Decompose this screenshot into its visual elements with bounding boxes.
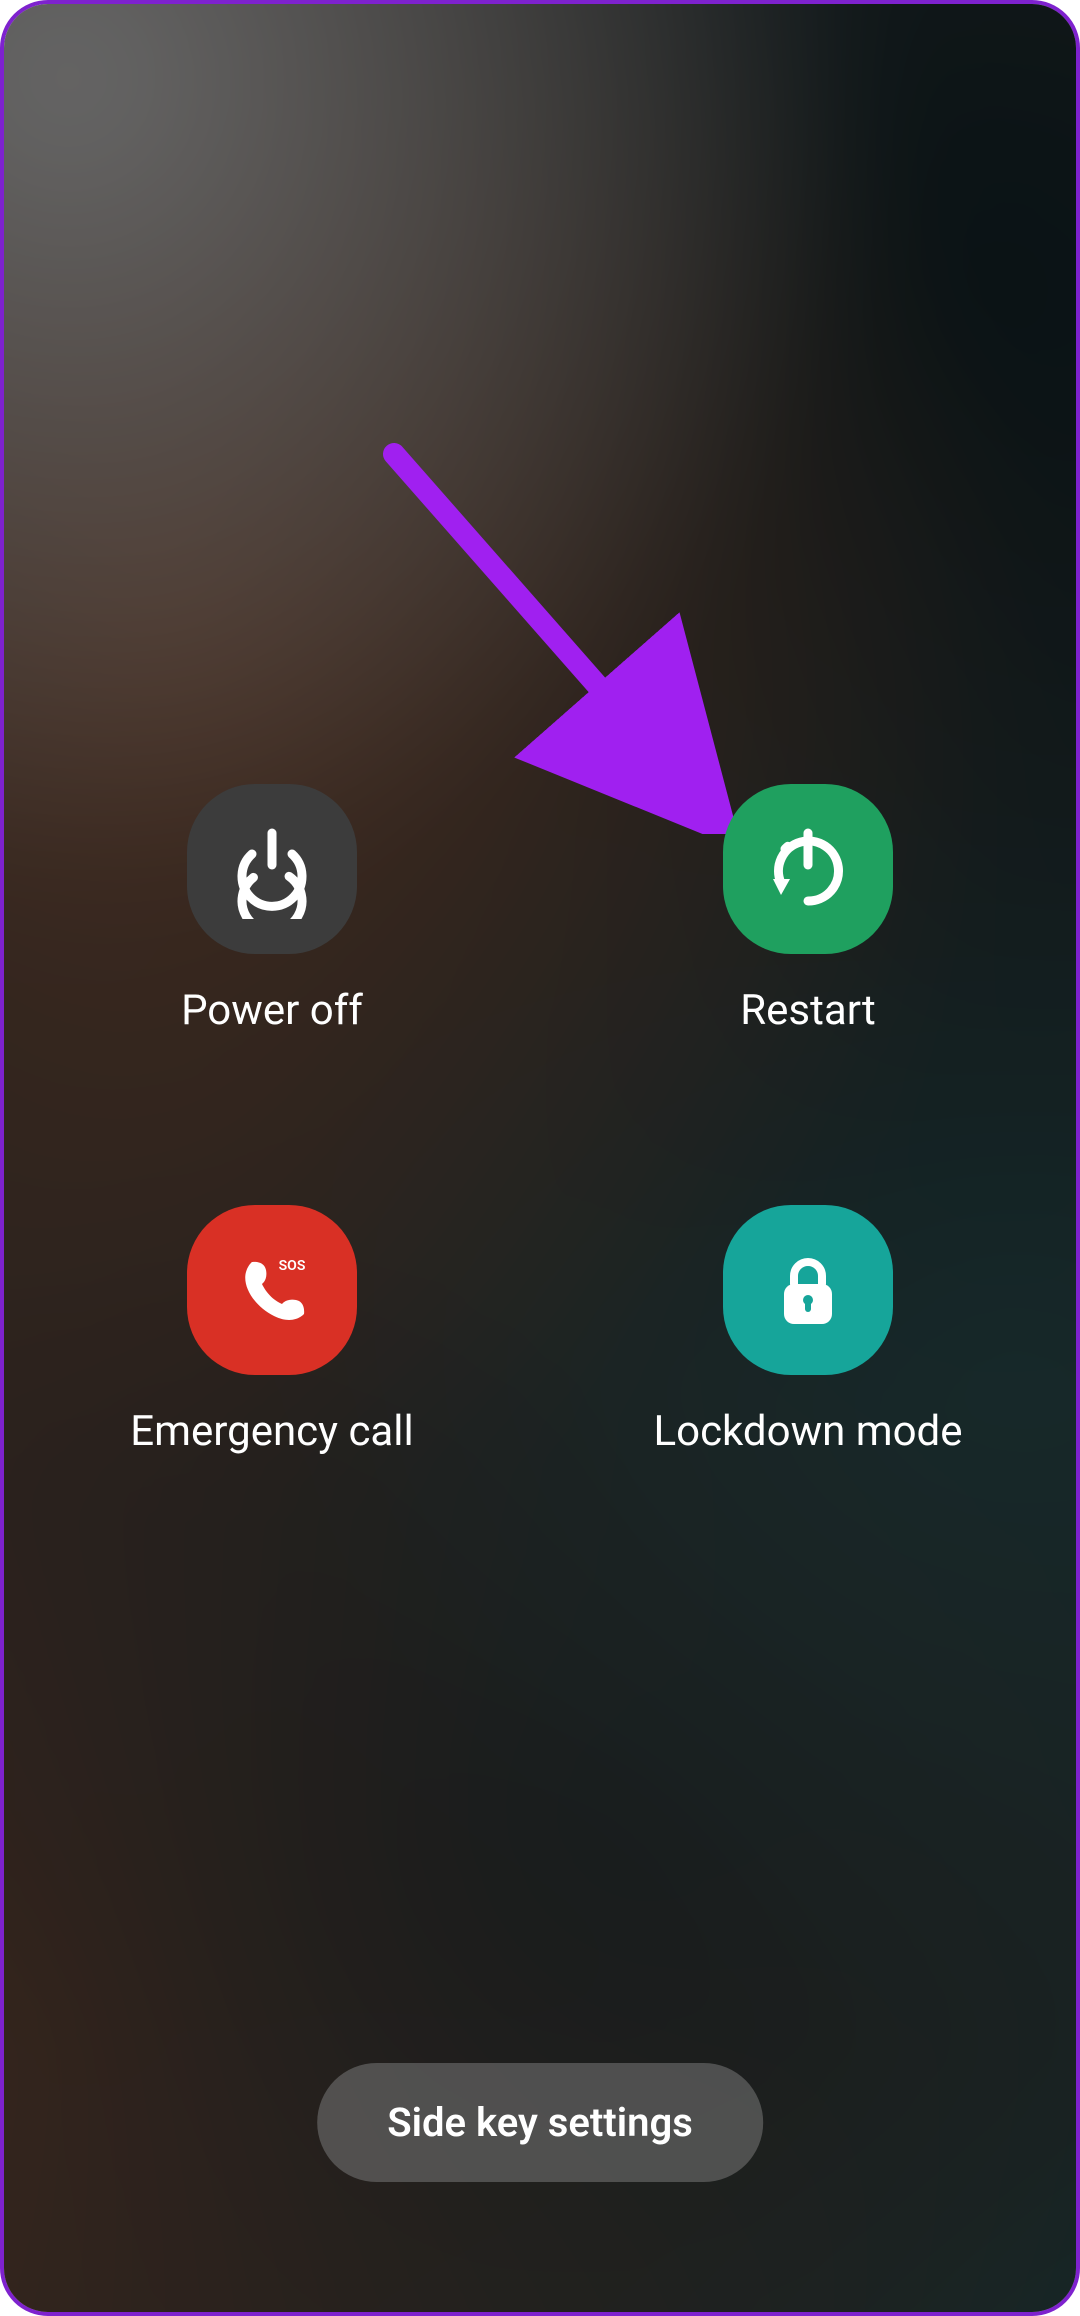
power-icon (222, 819, 322, 919)
lockdown-mode-tile (723, 1205, 893, 1375)
restart-icon (758, 819, 858, 919)
power-off-label: Power off (181, 986, 363, 1035)
power-options-grid: Power off Restart SOS Emerg (4, 784, 1076, 1456)
phone-sos-icon: SOS (222, 1240, 322, 1340)
power-off-button[interactable]: Power off (4, 784, 540, 1035)
sos-badge: SOS (279, 1258, 306, 1274)
emergency-call-button[interactable]: SOS Emergency call (4, 1205, 540, 1456)
restart-button[interactable]: Restart (540, 784, 1076, 1035)
restart-label: Restart (740, 986, 875, 1035)
power-menu-screen: Power off Restart SOS Emerg (0, 0, 1080, 2316)
power-off-tile (187, 784, 357, 954)
restart-tile (723, 784, 893, 954)
lockdown-mode-button[interactable]: Lockdown mode (540, 1205, 1076, 1456)
emergency-call-label: Emergency call (130, 1407, 413, 1456)
lock-icon (758, 1240, 858, 1340)
emergency-call-tile: SOS (187, 1205, 357, 1375)
lockdown-mode-label: Lockdown mode (654, 1407, 963, 1456)
side-key-settings-button[interactable]: Side key settings (317, 2063, 763, 2182)
